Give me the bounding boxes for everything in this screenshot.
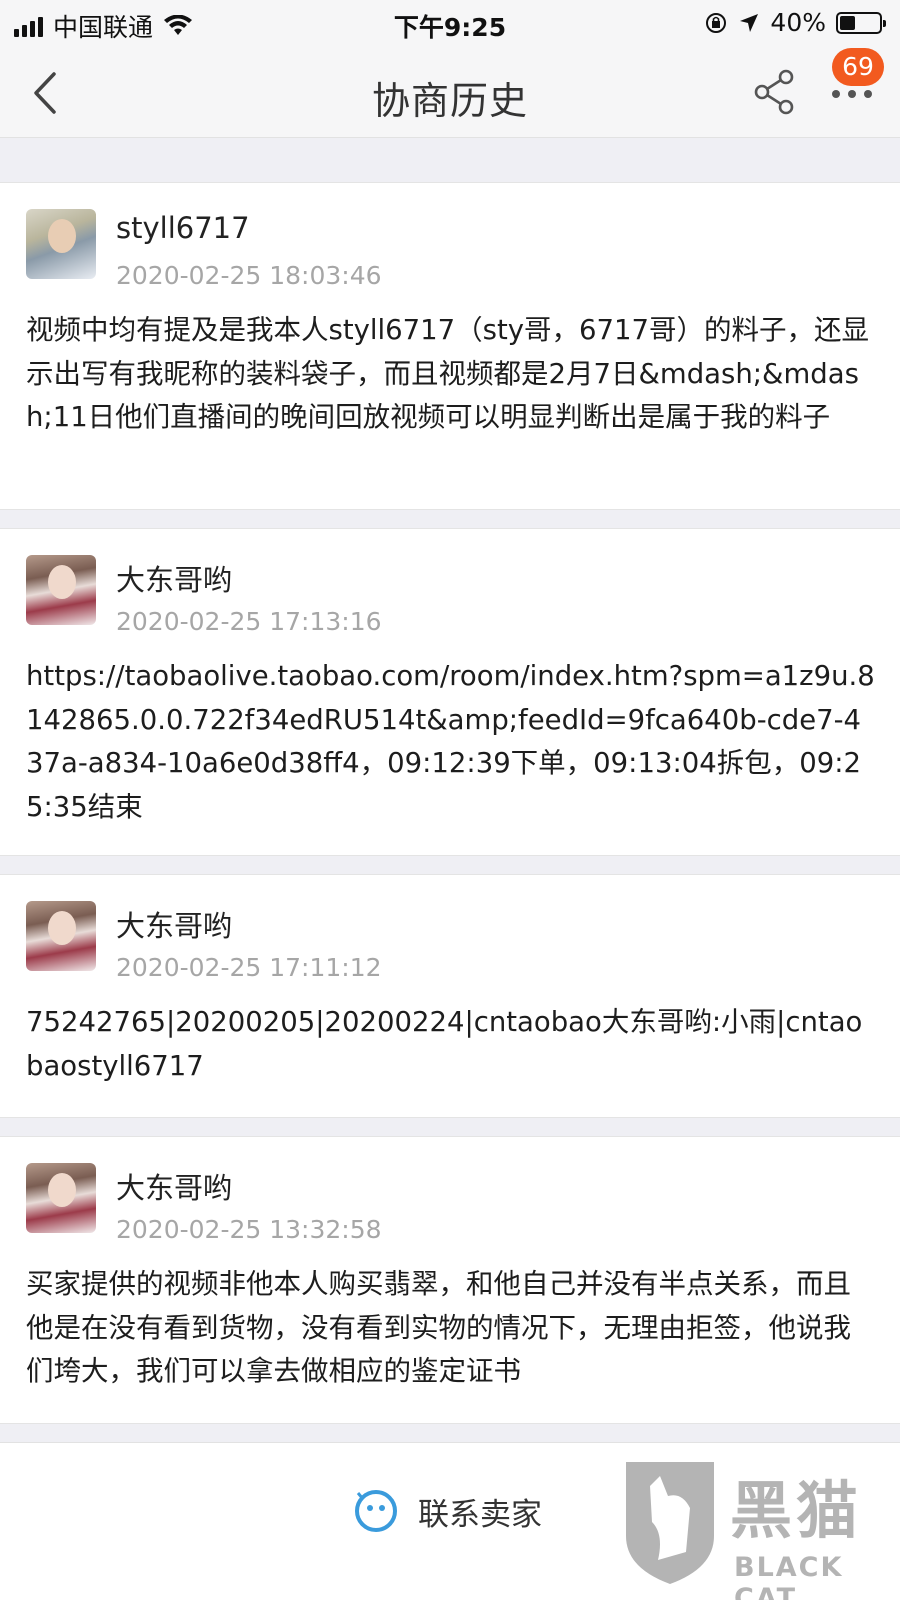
watermark-title: 黑猫: [730, 1474, 863, 1547]
record-username: 大东哥哟: [116, 563, 233, 597]
record-message: https://taobaolive.taobao.com/room/index…: [26, 660, 875, 823]
orientation-lock-icon: [706, 12, 727, 33]
history-record: styll6717 2020-02-25 18:03:46 视频中均有提及是我本…: [0, 182, 900, 510]
contact-seller-button[interactable]: 联系卖家: [352, 1487, 542, 1535]
nav-bar: 协商历史 69: [0, 46, 900, 138]
history-record: 大东哥哟 2020-02-25 17:13:16 https://taobaol…: [0, 528, 900, 856]
avatar[interactable]: [26, 555, 96, 625]
record-message: 买家提供的视频非他本人购买翡翠，和他自己并没有半点关系，而且他是在没有看到货物，…: [26, 1268, 851, 1387]
record-time: 2020-02-25 18:03:46: [116, 261, 382, 290]
avatar[interactable]: [26, 901, 96, 971]
more-icon[interactable]: [830, 84, 874, 104]
history-record: 大东哥哟 2020-02-25 17:11:12 75242765|202002…: [0, 874, 900, 1118]
record-username: 大东哥哟: [116, 909, 233, 943]
cat-shield-icon: [626, 1462, 714, 1584]
status-right: 40%: [704, 8, 886, 37]
notification-badge: 69: [832, 48, 884, 86]
record-username: styll6717: [116, 211, 250, 245]
blackcat-watermark: 黑猫 BLACK CAT: [620, 1456, 890, 1600]
contact-seller-label: 联系卖家: [418, 1496, 542, 1533]
watermark-subtitle: BLACK CAT: [734, 1552, 844, 1600]
record-time: 2020-02-25 13:32:58: [116, 1215, 382, 1244]
record-time: 2020-02-25 17:11:12: [116, 953, 382, 982]
location-icon: [740, 13, 759, 32]
avatar[interactable]: [26, 1163, 96, 1233]
history-record: 大东哥哟 2020-02-25 13:32:58 买家提供的视频非他本人购买翡翠…: [0, 1136, 900, 1424]
record-time: 2020-02-25 17:13:16: [116, 607, 382, 636]
battery-fill: [840, 15, 856, 30]
chat-face-icon: [355, 1490, 397, 1532]
record-username: 大东哥哟: [116, 1171, 233, 1205]
status-bar: 中国联通 下午9:25 40%: [0, 0, 900, 46]
battery-icon: [836, 11, 886, 34]
avatar[interactable]: [26, 209, 96, 279]
record-message: 75242765|20200205|20200224|cntaobao大东哥哟:…: [26, 1006, 863, 1082]
record-message: 视频中均有提及是我本人styll6717（sty哥，6717哥）的料子，还显示出…: [26, 314, 870, 433]
battery-percent: 40%: [770, 8, 826, 37]
share-icon[interactable]: [752, 68, 798, 116]
